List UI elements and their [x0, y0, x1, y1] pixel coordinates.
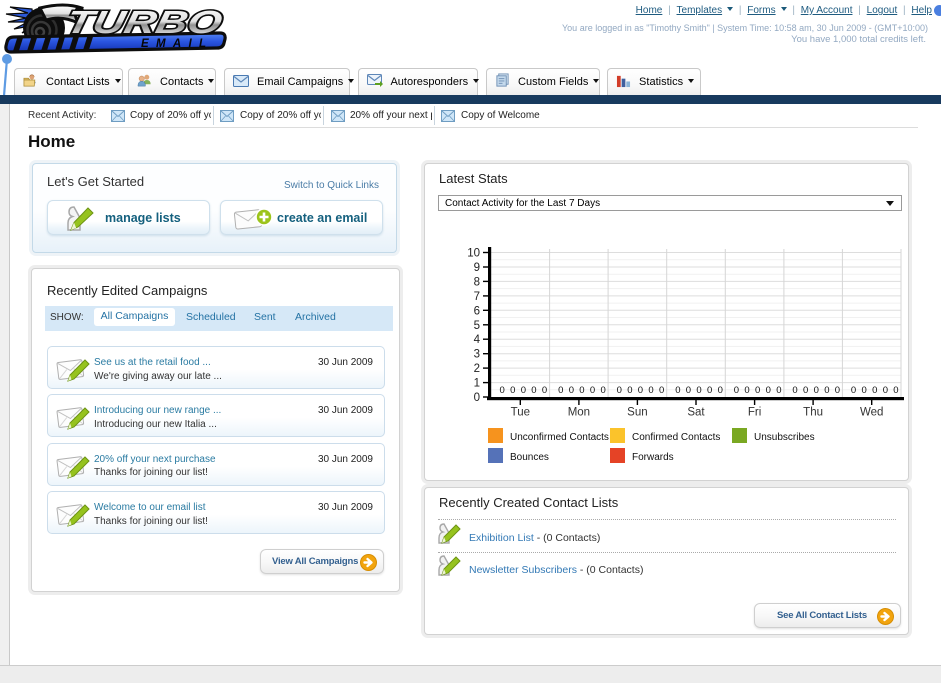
svg-text:0: 0	[510, 385, 515, 396]
svg-text:5: 5	[474, 320, 480, 332]
svg-text:0: 0	[803, 385, 808, 396]
svg-text:Wed: Wed	[860, 407, 883, 419]
svg-text:0: 0	[590, 385, 595, 396]
svg-text:0: 0	[521, 385, 526, 396]
svg-text:0: 0	[638, 385, 643, 396]
svg-text:Confirmed Contacts: Confirmed Contacts	[632, 432, 720, 443]
svg-text:0: 0	[569, 385, 574, 396]
svg-text:0: 0	[883, 385, 888, 396]
svg-text:6: 6	[474, 305, 480, 317]
svg-text:0: 0	[734, 385, 739, 396]
svg-text:0: 0	[872, 385, 877, 396]
svg-text:0: 0	[851, 385, 856, 396]
svg-text:Forwards: Forwards	[632, 452, 674, 463]
svg-text:10: 10	[467, 248, 480, 260]
svg-text:0: 0	[893, 385, 898, 396]
svg-text:Fri: Fri	[748, 407, 761, 419]
svg-text:0: 0	[659, 385, 664, 396]
svg-text:1: 1	[474, 378, 480, 390]
svg-text:Sun: Sun	[627, 407, 647, 419]
svg-text:Unconfirmed Contacts: Unconfirmed Contacts	[510, 432, 609, 443]
svg-text:Thu: Thu	[803, 407, 823, 419]
svg-text:Mon: Mon	[568, 407, 590, 419]
svg-text:0: 0	[601, 385, 606, 396]
svg-text:0: 0	[835, 385, 840, 396]
svg-text:TURBO: TURBO	[63, 4, 226, 40]
svg-text:0: 0	[579, 385, 584, 396]
svg-text:0: 0	[766, 385, 771, 396]
svg-text:0: 0	[696, 385, 701, 396]
svg-text:0: 0	[686, 385, 691, 396]
svg-text:4: 4	[474, 334, 481, 346]
svg-text:Sat: Sat	[687, 407, 705, 419]
svg-text:9: 9	[474, 262, 480, 274]
svg-text:0: 0	[675, 385, 680, 396]
svg-text:0: 0	[558, 385, 563, 396]
svg-text:0: 0	[744, 385, 749, 396]
svg-text:0: 0	[824, 385, 829, 396]
svg-text:Unsubscribes: Unsubscribes	[754, 432, 815, 443]
svg-text:Tue: Tue	[511, 407, 530, 419]
svg-text:0: 0	[707, 385, 712, 396]
svg-text:2: 2	[474, 363, 480, 375]
svg-text:0: 0	[776, 385, 781, 396]
svg-text:0: 0	[500, 385, 505, 396]
svg-text:7: 7	[474, 291, 480, 303]
svg-text:0: 0	[648, 385, 653, 396]
svg-text:0: 0	[862, 385, 867, 396]
svg-text:Bounces: Bounces	[510, 452, 549, 463]
svg-text:8: 8	[474, 276, 480, 288]
svg-text:0: 0	[617, 385, 622, 396]
svg-text:0: 0	[627, 385, 632, 396]
svg-text:0: 0	[542, 385, 547, 396]
svg-text:0: 0	[814, 385, 819, 396]
svg-text:0: 0	[531, 385, 536, 396]
svg-text:0: 0	[755, 385, 760, 396]
svg-text:0: 0	[792, 385, 797, 396]
svg-text:3: 3	[474, 349, 480, 361]
svg-text:0: 0	[718, 385, 723, 396]
svg-text:0: 0	[474, 392, 480, 404]
